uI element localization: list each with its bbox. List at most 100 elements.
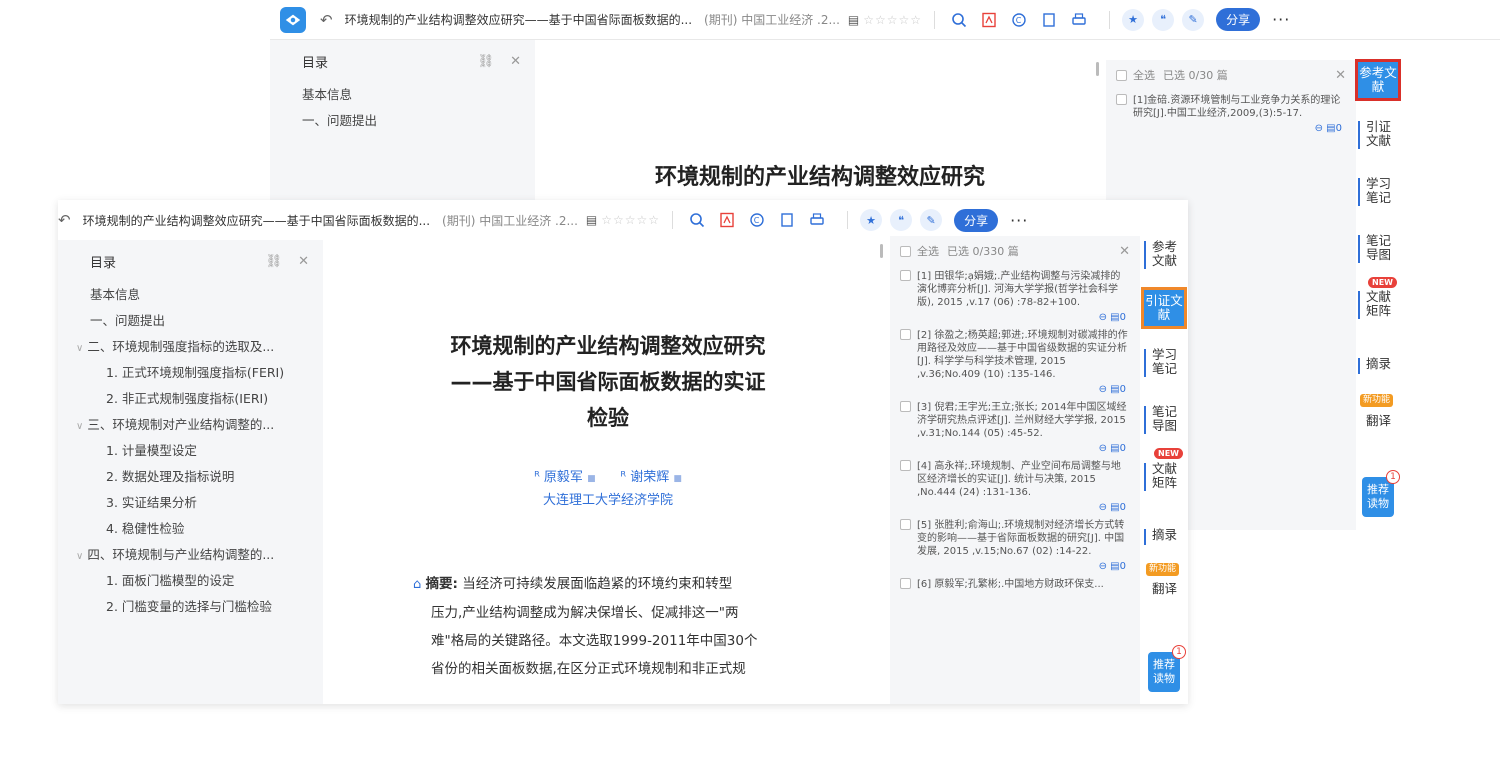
scrollbar-thumb[interactable] bbox=[880, 244, 883, 258]
back-icon[interactable]: ↶ bbox=[58, 211, 71, 229]
edit-icon[interactable]: ✎ bbox=[920, 209, 943, 231]
front-window: ↶ 环境规制的产业结构调整效应研究——基于中国省际面板数据的... (期刊) 中… bbox=[58, 200, 1188, 704]
star-icon[interactable]: ★ bbox=[1122, 8, 1145, 31]
toc-item-sub[interactable]: 2. 非正式规制强度指标(IERI) bbox=[58, 386, 323, 412]
bookmark-icon[interactable] bbox=[1037, 8, 1061, 32]
cite-icon[interactable]: C bbox=[1007, 8, 1031, 32]
toc-item-section-1[interactable]: 一、问题提出 bbox=[58, 308, 323, 334]
citation-item[interactable]: [3] 倪君;王宇光;王立;张长; 2014年中国区域经济学研究热点评述[J].… bbox=[890, 397, 1140, 442]
cite-icon[interactable]: C bbox=[745, 208, 769, 232]
abstract: ⌂ 摘要: 当经济可持续发展面临趋紧的环境约束和转型 压力,产业结构调整成为解决… bbox=[413, 570, 853, 683]
nav-excerpt[interactable]: 摘录 bbox=[1358, 357, 1398, 374]
nav-excerpt[interactable]: 摘录 bbox=[1144, 528, 1184, 545]
nav-mindmap[interactable]: 笔记导图 bbox=[1358, 234, 1398, 263]
toc-item-sub[interactable]: 4. 稳健性检验 bbox=[58, 516, 323, 542]
bookmark-icon[interactable] bbox=[775, 208, 799, 232]
view-icon: ⊖ bbox=[1314, 123, 1323, 134]
scrollbar-thumb[interactable] bbox=[1096, 62, 1099, 76]
nav-translate[interactable]: 翻译 bbox=[1358, 414, 1398, 428]
toc-item-section-2[interactable]: ∨ 二、环境规制强度指标的选取及... bbox=[58, 334, 323, 360]
toc-item-sub[interactable]: 1. 正式环境规制强度指标(FERI) bbox=[58, 360, 323, 386]
toc-item-sub[interactable]: 1. 面板门槛模型的设定 bbox=[58, 568, 323, 594]
print-icon[interactable] bbox=[1067, 8, 1091, 32]
doc-title-back: 环境规制的产业结构调整效应研究 bbox=[654, 165, 985, 190]
citation-checkbox[interactable] bbox=[900, 329, 911, 340]
doc-info-icon[interactable]: ▤ bbox=[586, 213, 597, 227]
citations-panel: 全选 已选 0/330 篇 ✕ [1] 田银华;ạ娟娥;.产业结构调整与污染减排… bbox=[890, 236, 1140, 704]
abstract-line: 当经济可持续发展面临趋紧的环境约束和转型 bbox=[462, 576, 733, 592]
select-all-checkbox[interactable] bbox=[900, 245, 911, 257]
citation-checkbox[interactable] bbox=[900, 519, 911, 530]
select-all-checkbox[interactable] bbox=[1116, 69, 1127, 81]
close-icon[interactable]: ✕ bbox=[298, 254, 309, 269]
share-button[interactable]: 分享 bbox=[954, 208, 999, 232]
citation-item[interactable]: [1] 田银华;ạ娟娥;.产业结构调整与污染减排的演化博弈分析[J]. 河海大学… bbox=[890, 266, 1140, 311]
close-icon[interactable]: ✕ bbox=[510, 54, 521, 69]
pdf-icon[interactable] bbox=[977, 8, 1001, 32]
nav-study-notes[interactable]: 学习笔记 bbox=[1144, 348, 1184, 377]
toc-item-basic-info[interactable]: 基本信息 bbox=[58, 282, 323, 308]
institution-link[interactable]: 大连理工大学经济学院 bbox=[398, 489, 818, 508]
nav-references[interactable]: 参考文献 bbox=[1144, 240, 1184, 269]
citation-item[interactable]: [6] 原毅军;孔繁彬;.中国地方财政环保支... bbox=[890, 574, 1140, 593]
share-button[interactable]: 分享 bbox=[1216, 8, 1261, 31]
search-icon[interactable] bbox=[685, 208, 709, 232]
nav-matrix[interactable]: 文献矩阵 bbox=[1144, 462, 1184, 491]
star-icon[interactable]: ★ bbox=[860, 209, 883, 231]
citation-checkbox[interactable] bbox=[900, 460, 911, 471]
toc-item-sub[interactable]: 2. 数据处理及指标说明 bbox=[58, 464, 323, 490]
toc-item-sub[interactable]: 2. 门槛变量的选择与门槛检验 bbox=[58, 594, 323, 620]
citation-checkbox[interactable] bbox=[900, 578, 911, 589]
reference-tools[interactable]: ⊖ ▤0 bbox=[1106, 122, 1356, 136]
edit-icon[interactable]: ✎ bbox=[1182, 8, 1205, 31]
toc-item-sub[interactable]: 3. 实证结果分析 bbox=[58, 490, 323, 516]
app-logo-icon[interactable] bbox=[280, 6, 306, 33]
author-link[interactable]: 谢荣辉 bbox=[630, 470, 669, 485]
more-icon[interactable]: ··· bbox=[1010, 211, 1028, 230]
citation-checkbox[interactable] bbox=[900, 270, 911, 281]
search-icon[interactable] bbox=[947, 8, 971, 32]
citation-tools[interactable]: ⊖ ▤0 bbox=[890, 311, 1140, 325]
toc-item-sub[interactable]: 1. 计量模型设定 bbox=[58, 438, 323, 464]
doc-info-icon[interactable]: ▤ bbox=[848, 13, 859, 27]
nav-mindmap[interactable]: 笔记导图 bbox=[1144, 405, 1184, 434]
nav-study-notes[interactable]: 学习笔记 bbox=[1358, 177, 1398, 206]
toc-item-section-3[interactable]: ∨ 三、环境规制对产业结构调整的... bbox=[58, 412, 323, 438]
nav-citations[interactable]: 引证文献 bbox=[1141, 287, 1187, 329]
print-icon[interactable] bbox=[805, 208, 829, 232]
more-icon[interactable]: ··· bbox=[1272, 10, 1290, 29]
citation-tools[interactable]: ⊖ ▤0 bbox=[890, 442, 1140, 456]
recommend-count-badge: 1 bbox=[1386, 470, 1400, 484]
citation-item[interactable]: [5] 张胜利;俞海山;.环境规制对经济增长方式转变的影响——基于省际面板数据的… bbox=[890, 515, 1140, 560]
close-icon[interactable]: ✕ bbox=[1119, 244, 1130, 259]
chevron-down-icon: ∨ bbox=[76, 343, 84, 354]
nav-references[interactable]: 参考文献 bbox=[1355, 59, 1401, 101]
quote-icon[interactable]: ❝ bbox=[1152, 8, 1175, 31]
rating-stars[interactable]: ☆☆☆☆☆ bbox=[863, 13, 922, 27]
reference-text[interactable]: [1]金碚.资源环境管制与工业竞争力关系的理论研究[J].中国工业经济,2009… bbox=[1133, 94, 1346, 120]
pdf-icon[interactable] bbox=[715, 208, 739, 232]
close-icon[interactable]: ✕ bbox=[1335, 68, 1346, 83]
toc-collapse-icon[interactable]: ⛓ bbox=[478, 54, 495, 69]
nav-translate[interactable]: 翻译 bbox=[1144, 582, 1184, 596]
back-icon[interactable]: ↶ bbox=[320, 11, 333, 29]
rating-stars[interactable]: ☆☆☆☆☆ bbox=[601, 213, 660, 227]
reference-item[interactable]: [1]金碚.资源环境管制与工业竞争力关系的理论研究[J].中国工业经济,2009… bbox=[1106, 90, 1356, 122]
citation-tools[interactable]: ⊖ ▤0 bbox=[890, 383, 1140, 397]
citation-item[interactable]: [4] 高永祥;.环境规制、产业空间布局调整与地区经济增长的实证[J]. 统计与… bbox=[890, 456, 1140, 501]
citation-tools[interactable]: ⊖ ▤0 bbox=[890, 501, 1140, 515]
reference-checkbox[interactable] bbox=[1116, 94, 1127, 105]
quote-icon[interactable]: ❝ bbox=[890, 209, 913, 231]
author-link[interactable]: 原毅军 bbox=[544, 470, 583, 485]
citation-item[interactable]: [2] 徐盈之;杨英超;郭进;.环境规制对碳减排的作用路径及效应——基于中国省级… bbox=[890, 325, 1140, 383]
toc-collapse-icon[interactable]: ⛓ bbox=[266, 254, 283, 269]
nav-matrix[interactable]: 文献矩阵 bbox=[1358, 290, 1398, 319]
toc-item-section-4[interactable]: ∨ 四、环境规制与产业结构调整的... bbox=[58, 542, 323, 568]
citation-tools[interactable]: ⊖ ▤0 bbox=[890, 560, 1140, 574]
toc-item[interactable]: 一、问题提出 bbox=[270, 108, 535, 134]
divider bbox=[847, 211, 849, 229]
toc-item[interactable]: 基本信息 bbox=[270, 82, 535, 108]
citation-checkbox[interactable] bbox=[900, 401, 911, 412]
nav-citations[interactable]: 引证文献 bbox=[1358, 120, 1398, 149]
document-title-line: 检验 bbox=[587, 406, 629, 430]
